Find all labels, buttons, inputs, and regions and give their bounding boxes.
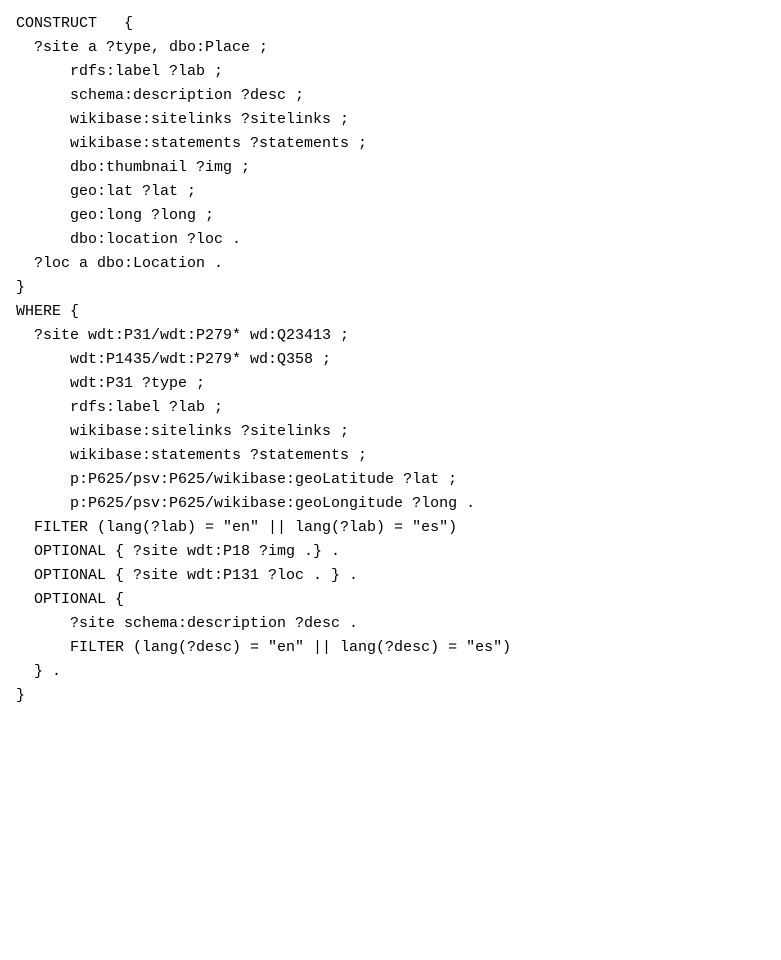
sparql-code-block: CONSTRUCT { ?site a ?type, dbo:Place ; r… (16, 12, 765, 708)
